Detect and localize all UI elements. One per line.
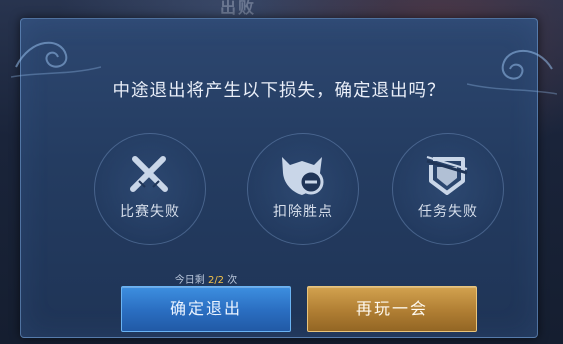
background-title: 出败 [220, 0, 257, 17]
keep-playing-button[interactable]: 再玩一会 [307, 286, 477, 332]
exit-question: 中途退出将产生以下损失，确定退出吗？ [112, 81, 446, 101]
loss-item-deduct-points: 扣除胜点 [247, 133, 359, 245]
remaining-count: 2/2 [207, 275, 225, 286]
loss-item-match-defeat: 比赛失败 [94, 133, 206, 245]
crossed-swords-icon [130, 156, 168, 192]
loss-item-task-failed: 任务失败 [392, 133, 504, 245]
remaining-prefix: 今日剩 [174, 275, 205, 286]
loss-label: 扣除胜点 [273, 204, 333, 220]
broken-shield-icon [426, 156, 468, 195]
remaining-suffix: 次 [227, 275, 238, 286]
loss-label: 任务失败 [418, 204, 478, 220]
confirm-exit-button[interactable]: 确定退出 [121, 286, 291, 332]
remaining-exits-text: 今日剩 2/2 次 [121, 271, 291, 286]
exit-confirm-dialog: 中途退出将产生以下损失，确定退出吗？ 比赛失败 扣除胜点 任务失败 今日剩 2/… [11, 18, 557, 338]
loss-label: 比赛失败 [120, 204, 180, 220]
minus-badge-icon [282, 157, 324, 195]
